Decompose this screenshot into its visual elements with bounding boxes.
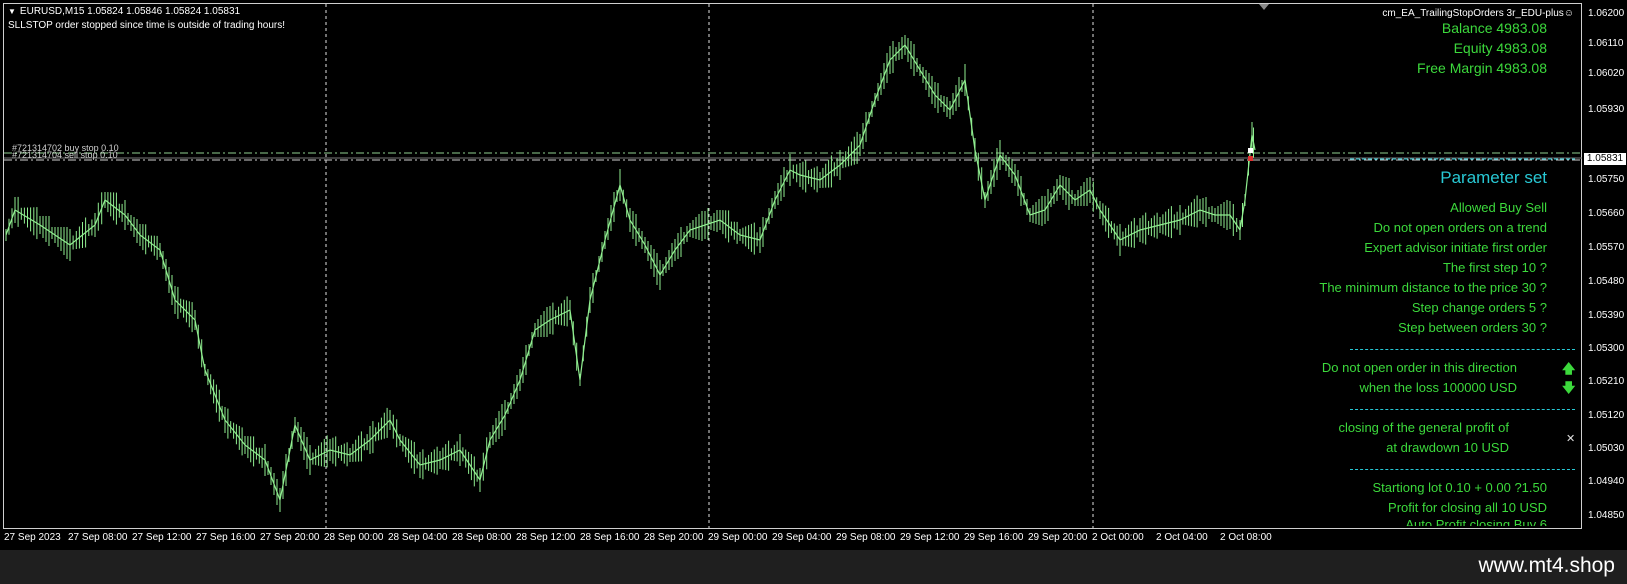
price-tick-label: 1.05750 [1588, 174, 1625, 185]
price-tick-label: 1.05120 [1588, 410, 1625, 421]
time-tick-label: 27 Sep 20:00 [260, 532, 320, 543]
smiley-icon: ☺ [1563, 8, 1574, 19]
time-tick-label: 28 Sep 16:00 [580, 532, 640, 543]
time-tick-label: 29 Sep 08:00 [836, 532, 896, 543]
balance-label: Balance 4983.08 [1441, 20, 1547, 36]
price-series [5, 44, 1256, 503]
panel-line-trend[interactable]: Do not open orders on a trend [1374, 220, 1547, 235]
drawdown-line[interactable]: at drawdown 10 USD [1386, 440, 1509, 455]
panel-separator [1350, 469, 1575, 470]
ea-name-text: cm_EA_TrailingStopOrders 3r_EDU-plus [1382, 8, 1564, 19]
price-tick-label: 1.06020 [1588, 68, 1625, 79]
panel-line-allowed[interactable]: Allowed Buy Sell [1450, 200, 1547, 215]
price-tick-label: 1.05660 [1588, 208, 1625, 219]
shift-marker-icon[interactable] [1259, 4, 1269, 10]
sell-stop-marker [1248, 156, 1253, 161]
panel-line-step-between[interactable]: Step between orders 30 ? [1398, 320, 1547, 335]
price-tick-label: 1.05300 [1588, 343, 1625, 354]
time-tick-label: 27 Sep 16:00 [196, 532, 256, 543]
dropdown-triangle-icon[interactable]: ▼ [8, 7, 16, 16]
time-tick-label: 28 Sep 12:00 [516, 532, 576, 543]
time-tick-label: 28 Sep 08:00 [452, 532, 512, 543]
panel-title[interactable]: Parameter set [1440, 168, 1547, 188]
status-message: SLLSTOP order stopped since time is outs… [8, 20, 286, 31]
time-tick-label: 28 Sep 04:00 [388, 532, 448, 543]
time-tick-label: 27 Sep 2023 [4, 532, 61, 543]
buy-stop-marker [1248, 148, 1253, 153]
sell-stop-order-label: #721314704 sell stop 0.10 [12, 150, 118, 160]
time-tick-label: 29 Sep 04:00 [772, 532, 832, 543]
time-tick-label: 29 Sep 16:00 [964, 532, 1024, 543]
price-tick-label: 1.05210 [1588, 376, 1625, 387]
price-tick-label: 1.05930 [1588, 104, 1625, 115]
loss-direction-line[interactable]: Do not open order in this direction [1322, 360, 1517, 375]
symbol-header: ▼ EURUSD,M15 1.05824 1.05846 1.05824 1.05… [8, 6, 240, 17]
auto-profit-line[interactable]: Auto Profit closing Buy 6 [1405, 520, 1547, 526]
panel-line-first-order[interactable]: Expert advisor initiate first order [1364, 240, 1547, 255]
price-chart[interactable] [0, 0, 1627, 550]
time-tick-label: 29 Sep 00:00 [708, 532, 768, 543]
symbol-quote: EURUSD,M15 1.05824 1.05846 1.05824 1.058… [19, 6, 241, 17]
time-tick-label: 2 Oct 08:00 [1220, 532, 1272, 543]
time-tick-label: 2 Oct 04:00 [1156, 532, 1208, 543]
bid-price-label: 1.05831 [1584, 153, 1626, 165]
panel-line-first-step[interactable]: The first step 10 ? [1443, 260, 1547, 275]
profit-closing-line[interactable]: Profit for closing all 10 USD [1388, 500, 1547, 515]
price-tick-label: 1.04850 [1588, 510, 1625, 521]
starting-lot-line[interactable]: Startiong lot 0.10 + 0.00 ?1.50 [1372, 480, 1547, 495]
price-tick-label: 1.05030 [1588, 443, 1625, 454]
price-tick-label: 1.05570 [1588, 242, 1625, 253]
time-tick-label: 28 Sep 00:00 [324, 532, 384, 543]
price-tick-label: 1.06110 [1588, 38, 1624, 49]
time-tick-label: 27 Sep 12:00 [132, 532, 192, 543]
general-profit-line[interactable]: closing of the general profit of [1338, 420, 1509, 435]
time-tick-label: 27 Sep 08:00 [68, 532, 128, 543]
price-tick-label: 1.05390 [1588, 310, 1625, 321]
panel-separator [1350, 409, 1575, 410]
watermark: www.mt4.shop [1478, 554, 1615, 577]
panel-separator [1350, 349, 1575, 350]
expert-advisor-name: cm_EA_TrailingStopOrders 3r_EDU-plus☺ [1382, 8, 1574, 19]
arrow-down-icon[interactable]: 🡇 [1562, 379, 1575, 401]
close-icon[interactable]: ✕ [1566, 432, 1575, 445]
chart-window[interactable]: ▼ EURUSD,M15 1.05824 1.05846 1.05824 1.05… [0, 0, 1627, 550]
price-tick-label: 1.04940 [1588, 476, 1625, 487]
time-tick-label: 28 Sep 20:00 [644, 532, 704, 543]
panel-line-min-distance[interactable]: The minimum distance to the price 30 ? [1319, 280, 1547, 295]
price-tick-label: 1.05480 [1588, 276, 1625, 287]
time-tick-label: 2 Oct 00:00 [1092, 532, 1144, 543]
price-tick-label: 1.06200 [1588, 8, 1625, 19]
panel-line-step-change[interactable]: Step change orders 5 ? [1412, 300, 1547, 315]
equity-label: Equity 4983.08 [1453, 40, 1547, 56]
free-margin-label: Free Margin 4983.08 [1417, 60, 1547, 76]
time-tick-label: 29 Sep 20:00 [1028, 532, 1088, 543]
loss-amount-line[interactable]: when the loss 100000 USD [1359, 380, 1517, 395]
time-tick-label: 29 Sep 12:00 [900, 532, 960, 543]
